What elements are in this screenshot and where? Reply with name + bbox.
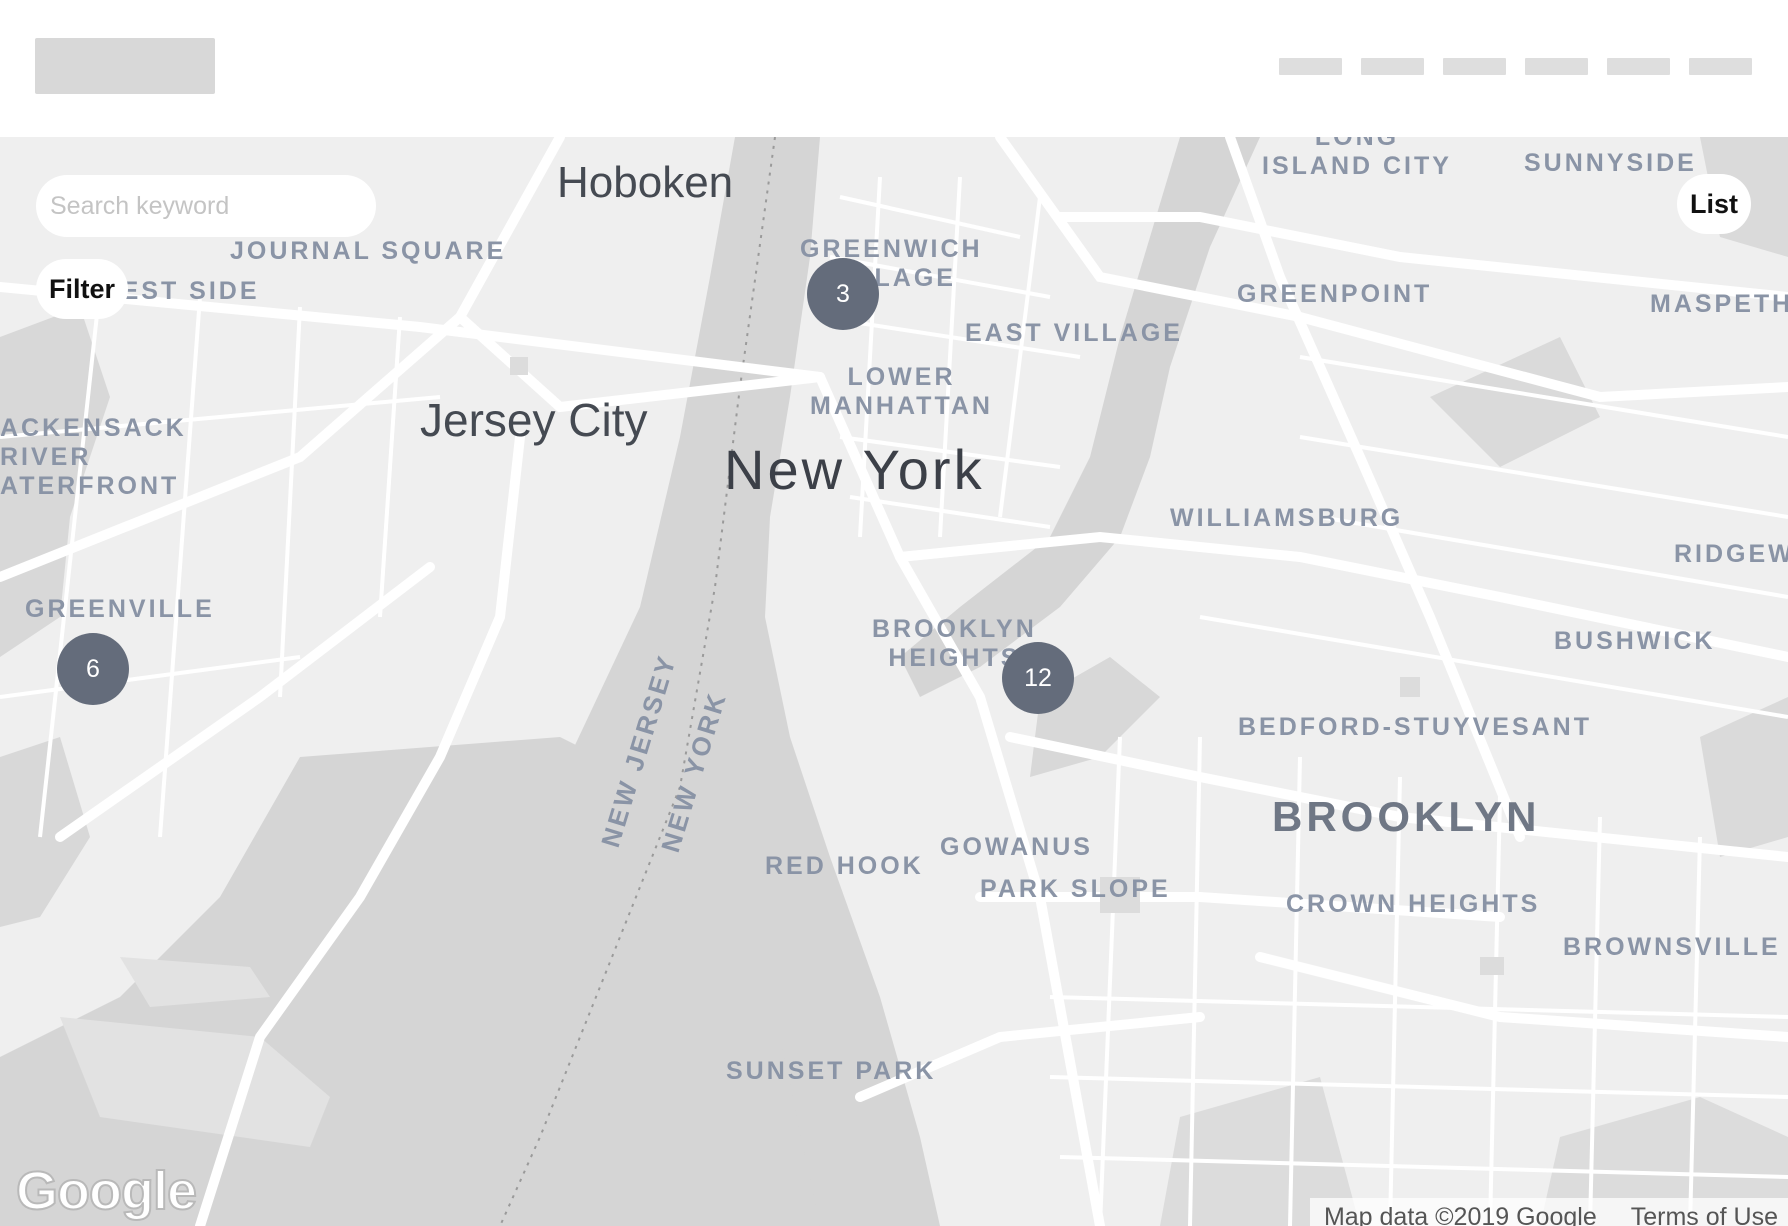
nav-item-3[interactable]	[1443, 58, 1506, 75]
cluster-marker-12[interactable]: 12	[1002, 642, 1074, 714]
label-crown-heights: CROWN HEIGHTS	[1286, 890, 1541, 918]
label-greenville: GREENVILLE	[25, 595, 215, 623]
label-gowanus: GOWANUS	[940, 833, 1093, 861]
nav-item-5[interactable]	[1607, 58, 1670, 75]
nav-item-6[interactable]	[1689, 58, 1752, 75]
label-park-slope: PARK SLOPE	[980, 875, 1171, 903]
list-button[interactable]: List	[1677, 174, 1752, 234]
label-east-village: EAST VILLAGE	[965, 319, 1183, 347]
label-red-hook: RED HOOK	[765, 852, 924, 880]
search-input[interactable]	[36, 175, 376, 237]
label-williamsburg: WILLIAMSBURG	[1170, 504, 1404, 532]
map-attribution: Map data ©2019 Google Terms of Use	[1309, 1198, 1788, 1226]
google-logo[interactable]: Google	[15, 1160, 198, 1222]
map-data-text: Map data ©2019 Google	[1323, 1203, 1597, 1226]
logo-placeholder[interactable]	[35, 38, 215, 94]
label-new-york: New York	[724, 438, 985, 501]
label-ridgewood: RIDGEWOOD	[1674, 540, 1788, 568]
label-bushwick: BUSHWICK	[1554, 627, 1716, 655]
map[interactable]: Hoboken JOURNAL SQUARE WEST SIDE ACKENSA…	[0, 137, 1788, 1226]
nav-item-4[interactable]	[1525, 58, 1588, 75]
nav-item-2[interactable]	[1361, 58, 1424, 75]
label-maspeth: MASPETH	[1650, 290, 1788, 318]
label-long-island-city: LONG ISLAND CITY	[1262, 137, 1452, 180]
label-sunset-park: SUNSET PARK	[726, 1057, 937, 1085]
nav-item-1[interactable]	[1279, 58, 1342, 75]
label-bedford-stuyvesant: BEDFORD-STUYVESANT	[1238, 713, 1593, 741]
cluster-marker-6[interactable]: 6	[57, 633, 129, 705]
label-lower-manhattan: LOWER MANHATTAN	[810, 363, 993, 420]
nav-menu	[1279, 58, 1752, 75]
label-journal-square: JOURNAL SQUARE	[230, 237, 507, 265]
label-brownsville: BROWNSVILLE	[1563, 933, 1781, 961]
label-brooklyn: BROOKLYN	[1272, 793, 1541, 840]
label-greenpoint: GREENPOINT	[1237, 280, 1433, 308]
cluster-marker-3[interactable]: 3	[807, 258, 879, 330]
label-hackensack: ACKENSACK RIVER ATERFRONT	[0, 414, 187, 500]
terms-of-use-link[interactable]: Terms of Use	[1631, 1202, 1778, 1226]
label-jersey-city: Jersey City	[420, 394, 648, 446]
label-sunnyside: SUNNYSIDE	[1524, 149, 1697, 177]
filter-button[interactable]: Filter	[36, 259, 129, 319]
label-hoboken: Hoboken	[557, 158, 734, 207]
header	[0, 0, 1788, 137]
app-frame: Hoboken JOURNAL SQUARE WEST SIDE ACKENSA…	[0, 0, 1788, 1226]
